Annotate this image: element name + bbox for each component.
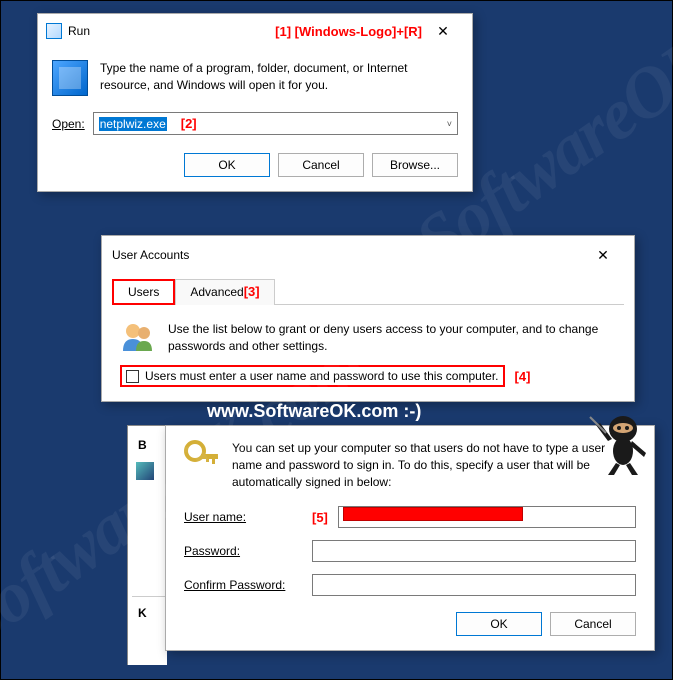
username-label: User name: — [184, 510, 302, 524]
close-button[interactable]: ✕ — [582, 244, 624, 266]
run-dialog: Run [1] [Windows-Logo]+[R] ✕ Type the na… — [37, 13, 473, 192]
user-accounts-title: User Accounts — [112, 248, 582, 262]
redacted-username — [343, 507, 523, 521]
confirm-password-input[interactable] — [312, 574, 636, 596]
open-row: Open: netplwiz.exe [2] ˅ — [38, 108, 472, 147]
divider — [132, 596, 167, 597]
password-label: Password: — [184, 544, 302, 558]
watermark-center: www.SoftwareOK.com :-) — [207, 401, 421, 422]
auto-signin-dialog: You can set up your computer so that use… — [165, 425, 655, 651]
annotation-5: [5] — [312, 510, 328, 525]
user-accounts-dialog: User Accounts ✕ Users ◄── Advanced[3] Us… — [101, 235, 635, 402]
tab-advanced-label: Advanced — [190, 285, 243, 299]
tab-users[interactable]: Users — [112, 279, 175, 305]
truncated-icon — [136, 462, 154, 480]
auto-signin-description: You can set up your computer so that use… — [232, 440, 636, 490]
run-title: Run — [68, 24, 245, 38]
truncated-text: K — [138, 606, 147, 620]
info-row: Use the list below to grant or deny user… — [120, 319, 616, 355]
annotation-1: [1] [Windows-Logo]+[R] — [275, 24, 422, 39]
key-icon — [184, 440, 220, 472]
info-row: You can set up your computer so that use… — [184, 440, 636, 490]
open-label: Open: — [52, 117, 85, 131]
chevron-down-icon[interactable]: ˅ — [447, 119, 452, 129]
ninja-mascot-icon — [588, 407, 648, 477]
title-bar: Run [1] [Windows-Logo]+[R] ✕ — [38, 14, 472, 48]
cancel-button[interactable]: Cancel — [550, 612, 636, 636]
open-input-value: netplwiz.exe — [99, 117, 167, 131]
user-accounts-body: Use the list below to grant or deny user… — [102, 305, 634, 401]
username-row: User name: [5] — [184, 506, 636, 528]
checkbox-wrapper: Users must enter a user name and passwor… — [120, 365, 616, 387]
browse-button[interactable]: Browse... — [372, 153, 458, 177]
checkbox-label: Users must enter a user name and passwor… — [145, 369, 499, 383]
partial-window-background: B K — [127, 425, 167, 665]
annotation-2: [2] — [181, 116, 197, 131]
tab-advanced[interactable]: Advanced[3] — [175, 279, 274, 305]
annotation-3: [3] — [244, 284, 260, 299]
confirm-password-label: Confirm Password: — [184, 578, 302, 592]
annotation-4: [4] — [515, 369, 531, 384]
password-input[interactable] — [312, 540, 636, 562]
open-input[interactable]: netplwiz.exe [2] ˅ — [93, 112, 458, 135]
ok-button[interactable]: OK — [456, 612, 542, 636]
password-row: Password: — [184, 540, 636, 562]
tab-strip: Users ◄── Advanced[3] — [112, 278, 624, 305]
truncated-text: B — [138, 438, 147, 452]
must-enter-password-row: Users must enter a user name and passwor… — [120, 365, 505, 387]
run-icon — [46, 23, 62, 39]
run-big-icon — [52, 60, 88, 96]
run-body: Type the name of a program, folder, docu… — [38, 48, 472, 108]
info-text: Use the list below to grant or deny user… — [168, 319, 616, 355]
confirm-password-row: Confirm Password: — [184, 574, 636, 596]
must-enter-password-checkbox[interactable] — [126, 370, 139, 383]
run-button-row: OK Cancel Browse... — [38, 147, 472, 191]
username-input[interactable] — [338, 506, 636, 528]
run-description: Type the name of a program, folder, docu… — [100, 60, 458, 96]
ok-button[interactable]: OK — [184, 153, 270, 177]
title-bar: User Accounts ✕ — [102, 236, 634, 274]
button-row: OK Cancel — [184, 612, 636, 636]
users-icon — [120, 319, 156, 355]
close-button[interactable]: ✕ — [422, 20, 464, 42]
cancel-button[interactable]: Cancel — [278, 153, 364, 177]
